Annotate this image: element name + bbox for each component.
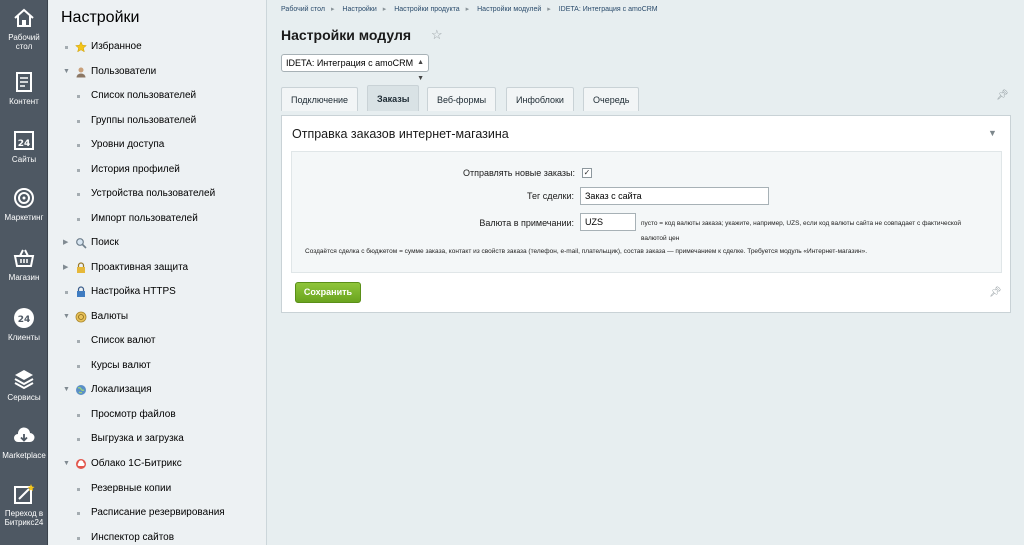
cloud-icon: [76, 459, 86, 469]
lock-icon: [77, 262, 85, 273]
deal-tag-input[interactable]: Заказ с сайта: [580, 187, 769, 205]
rail-item-bitrix24[interactable]: Переход в Битрикс24: [0, 482, 48, 527]
favorite-star-icon[interactable]: ☆: [431, 27, 443, 43]
magnifier-icon: [76, 238, 87, 249]
rail-item-clients[interactable]: 24 Клиенты: [0, 306, 48, 342]
bullet-icon: [77, 365, 80, 368]
settings-nav: Настройки Избранное ▼ Пользователи Списо…: [49, 0, 267, 545]
rail-label: Маркетинг: [4, 213, 44, 222]
chevron-right-icon[interactable]: ▶: [63, 233, 73, 253]
bullet-icon: [77, 537, 80, 540]
breadcrumb: Рабочий стол ▸ Настройки ▸ Настройки проду…: [281, 5, 664, 13]
breadcrumb-separator-icon: ▸: [330, 6, 335, 13]
panel-title: Отправка заказов интернет-магазина: [292, 127, 509, 141]
breadcrumb-link[interactable]: Рабочий стол: [281, 6, 325, 13]
rail-item-services[interactable]: Сервисы: [0, 366, 48, 402]
save-button[interactable]: Сохранить: [295, 282, 361, 303]
cloud-download-icon: [14, 427, 35, 442]
basket-icon: [13, 249, 35, 267]
currency-hint: пусто = код валюты заказа; укажите, напр…: [641, 220, 961, 242]
bullet-icon: [77, 340, 80, 343]
bullet-icon: [77, 144, 80, 147]
deal-tag-label: Тег сделки:: [527, 191, 574, 201]
rail-label: Рабочий стол: [8, 33, 40, 51]
chevron-down-icon[interactable]: ▼: [63, 62, 73, 82]
layers-icon: [14, 370, 34, 390]
rail-label: Переход в Битрикс24: [4, 509, 44, 527]
main-content: Рабочий стол ▸ Настройки ▸ Настройки проду…: [268, 0, 1024, 545]
target-icon: [14, 188, 34, 208]
orders-panel: Отправка заказов интернет-магазина ▼ Отп…: [281, 115, 1011, 313]
currency-icon: [75, 311, 87, 323]
rail-label: Marketplace: [2, 451, 46, 460]
breadcrumb-link[interactable]: Настройки: [342, 6, 376, 13]
rail-label: Клиенты: [7, 333, 41, 342]
bullet-icon: [77, 414, 80, 417]
rail-item-content[interactable]: Контент: [0, 70, 48, 106]
rail-item-sites[interactable]: 24 Сайты: [0, 128, 48, 164]
tab-orders[interactable]: Заказы: [367, 85, 420, 111]
rail-label: Магазин: [8, 273, 40, 282]
chevron-down-icon[interactable]: ▼: [63, 380, 73, 400]
document-icon: [16, 72, 32, 92]
breadcrumb-current[interactable]: IDETA: Интеграция с amoCRM: [559, 6, 658, 13]
breadcrumb-link[interactable]: Настройки продукта: [394, 6, 459, 13]
star-icon: [75, 41, 87, 53]
left-rail: Рабочий стол Контент 24 Сайты Маркетинг …: [0, 0, 48, 545]
bullet-icon: [77, 120, 80, 123]
bullet-icon: [65, 46, 68, 49]
send-orders-checkbox[interactable]: ✓: [582, 168, 592, 178]
https-lock-icon: [77, 286, 85, 297]
bullet-icon: [77, 169, 80, 172]
breadcrumb-separator-icon: ▸: [547, 6, 551, 13]
rail-item-shop[interactable]: Магазин: [0, 246, 48, 282]
rail-item-marketing[interactable]: Маркетинг: [0, 186, 48, 222]
rail-label: Сайты: [11, 155, 37, 164]
module-select-value: IDETA: Интеграция с amoCRM: [286, 58, 414, 68]
orders-note: Создаётся сделка с бюджетом = сумме зака…: [305, 248, 868, 255]
rail-item-marketplace[interactable]: Marketplace: [0, 424, 48, 460]
bullet-icon: [77, 95, 80, 98]
bullet-icon: [77, 512, 80, 515]
module-select[interactable]: IDETA: Интеграция с amoCRM ▲ ▼: [281, 54, 429, 82]
rail-label: Контент: [9, 97, 39, 106]
svg-text:24: 24: [18, 139, 31, 149]
collapse-chevron-icon[interactable]: ▼: [988, 128, 997, 138]
currency-input[interactable]: UZS: [580, 213, 636, 231]
orders-form: Отправлять новые заказы: ✓ Тег сделки: З…: [291, 151, 1002, 273]
breadcrumb-separator-icon: ▸: [382, 6, 387, 13]
bullet-icon: [77, 488, 80, 491]
pin-icon[interactable]: 📌︎: [996, 90, 1009, 101]
clients-24-icon: 24: [14, 308, 34, 328]
breadcrumb-link[interactable]: Настройки модулей: [477, 6, 541, 13]
page-title: Настройки модуля: [281, 27, 412, 43]
rail-label: Сервисы: [7, 393, 41, 402]
bullet-icon: [65, 291, 68, 294]
rail-item-desktop[interactable]: Рабочий стол: [0, 6, 48, 51]
tab-queue[interactable]: Очередь: [583, 87, 640, 111]
bullet-icon: [77, 218, 80, 221]
calendar-24-icon: 24: [14, 131, 34, 150]
user-icon: [76, 67, 86, 78]
tab-infoblocks[interactable]: Инфоблоки: [506, 87, 574, 111]
bitrix24-edit-icon: [14, 484, 35, 504]
chevron-down-icon[interactable]: ▼: [63, 307, 73, 327]
chevron-updown-icon: ▲ ▼: [417, 59, 424, 82]
bullet-icon: [77, 438, 80, 441]
bullet-icon: [77, 193, 80, 196]
globe-icon: [76, 385, 86, 395]
send-orders-label: Отправлять новые заказы:: [462, 168, 575, 178]
tab-connection[interactable]: Подключение: [281, 87, 359, 111]
nav-title: Настройки: [61, 9, 140, 26]
currency-label: Валюта в примечании:: [479, 218, 574, 228]
chevron-down-icon[interactable]: ▼: [63, 454, 73, 474]
pin-icon[interactable]: 📌︎: [989, 287, 1002, 298]
breadcrumb-separator-icon: ▸: [465, 6, 470, 13]
chevron-right-icon[interactable]: ▶: [63, 258, 73, 278]
home-icon: [14, 8, 34, 27]
svg-text:24: 24: [18, 315, 31, 325]
tab-web-forms[interactable]: Веб-формы: [427, 87, 497, 111]
